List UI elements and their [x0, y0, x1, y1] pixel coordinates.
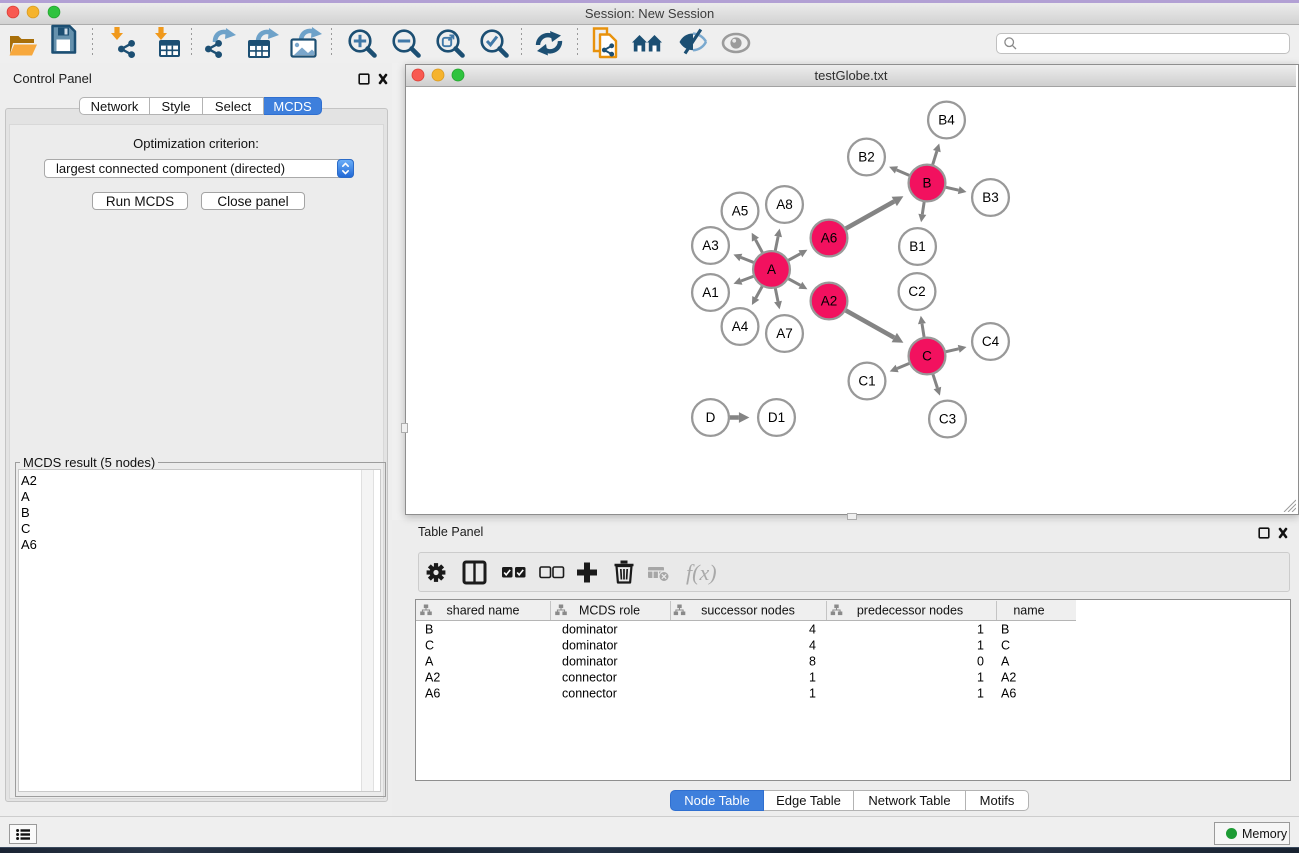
svg-text:0: 0 — [977, 655, 984, 669]
svg-text:1: 1 — [977, 623, 984, 637]
svg-text:1: 1 — [809, 671, 816, 685]
svg-text:1: 1 — [809, 687, 816, 701]
svg-text:dominator: dominator — [562, 655, 618, 669]
svg-text:8: 8 — [809, 655, 816, 669]
svg-text:A2: A2 — [425, 671, 440, 685]
svg-text:A6: A6 — [1001, 687, 1016, 701]
svg-text:1: 1 — [977, 639, 984, 653]
svg-text:dominator: dominator — [562, 623, 618, 637]
svg-text:B: B — [1001, 623, 1009, 637]
svg-text:1: 1 — [977, 687, 984, 701]
svg-text:A: A — [425, 655, 434, 669]
svg-text:dominator: dominator — [562, 639, 618, 653]
svg-text:connector: connector — [562, 671, 617, 685]
svg-text:4: 4 — [809, 623, 816, 637]
svg-text:A2: A2 — [1001, 671, 1016, 685]
svg-text:connector: connector — [562, 687, 617, 701]
svg-text:A6: A6 — [425, 687, 440, 701]
svg-text:4: 4 — [809, 639, 816, 653]
svg-text:C: C — [425, 639, 434, 653]
svg-text:A: A — [1001, 655, 1010, 669]
svg-text:1: 1 — [977, 671, 984, 685]
svg-text:C: C — [1001, 639, 1010, 653]
svg-text:B: B — [425, 623, 433, 637]
